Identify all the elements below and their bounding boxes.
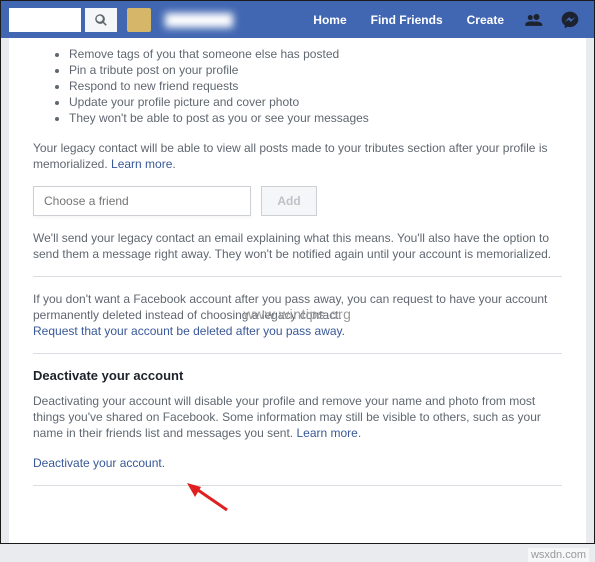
topbar: ████████ Home Find Friends Create: [0, 0, 595, 38]
content-wrap: Remove tags of you that someone else has…: [0, 38, 595, 544]
request-deletion-link[interactable]: Request that your account be deleted aft…: [33, 324, 345, 338]
deactivate-title: Deactivate your account: [33, 368, 562, 383]
legacy-description: Your legacy contact will be able to view…: [33, 140, 562, 172]
legacy-email-note: We'll send your legacy contact an email …: [33, 230, 562, 262]
list-item: Update your profile picture and cover ph…: [69, 94, 562, 110]
settings-panel: Remove tags of you that someone else has…: [9, 38, 586, 543]
learn-more-link[interactable]: Learn more: [296, 426, 357, 440]
list-item: Respond to new friend requests: [69, 78, 562, 94]
nav-home[interactable]: Home: [303, 13, 356, 27]
add-button[interactable]: Add: [261, 186, 317, 216]
avatar[interactable]: [127, 8, 151, 32]
search-icon: [94, 13, 108, 27]
search-input[interactable]: [9, 8, 81, 32]
list-item: They won't be able to post as you or see…: [69, 110, 562, 126]
divider: [33, 485, 562, 486]
user-name[interactable]: ████████: [155, 13, 243, 27]
deactivate-account-link[interactable]: Deactivate your account: [33, 456, 162, 470]
legacy-permissions-list: Remove tags of you that someone else has…: [33, 46, 562, 126]
choose-friend-row: Add: [33, 186, 562, 216]
friend-requests-icon[interactable]: [524, 10, 544, 30]
learn-more-link[interactable]: Learn more: [111, 157, 172, 171]
deactivate-description: Deactivating your account will disable y…: [33, 393, 562, 441]
list-item: Remove tags of you that someone else has…: [69, 46, 562, 62]
list-item: Pin a tribute post on your profile: [69, 62, 562, 78]
deactivate-link-row: Deactivate your account.: [33, 455, 562, 471]
image-credit: wsxdn.com: [528, 548, 589, 562]
messenger-icon[interactable]: [560, 10, 580, 30]
nav-create[interactable]: Create: [457, 13, 514, 27]
search-button[interactable]: [85, 8, 117, 32]
divider: [33, 353, 562, 354]
choose-friend-input[interactable]: [33, 186, 251, 216]
delete-after-death-para: If you don't want a Facebook account aft…: [33, 291, 562, 339]
divider: [33, 276, 562, 277]
nav-find-friends[interactable]: Find Friends: [361, 13, 453, 27]
